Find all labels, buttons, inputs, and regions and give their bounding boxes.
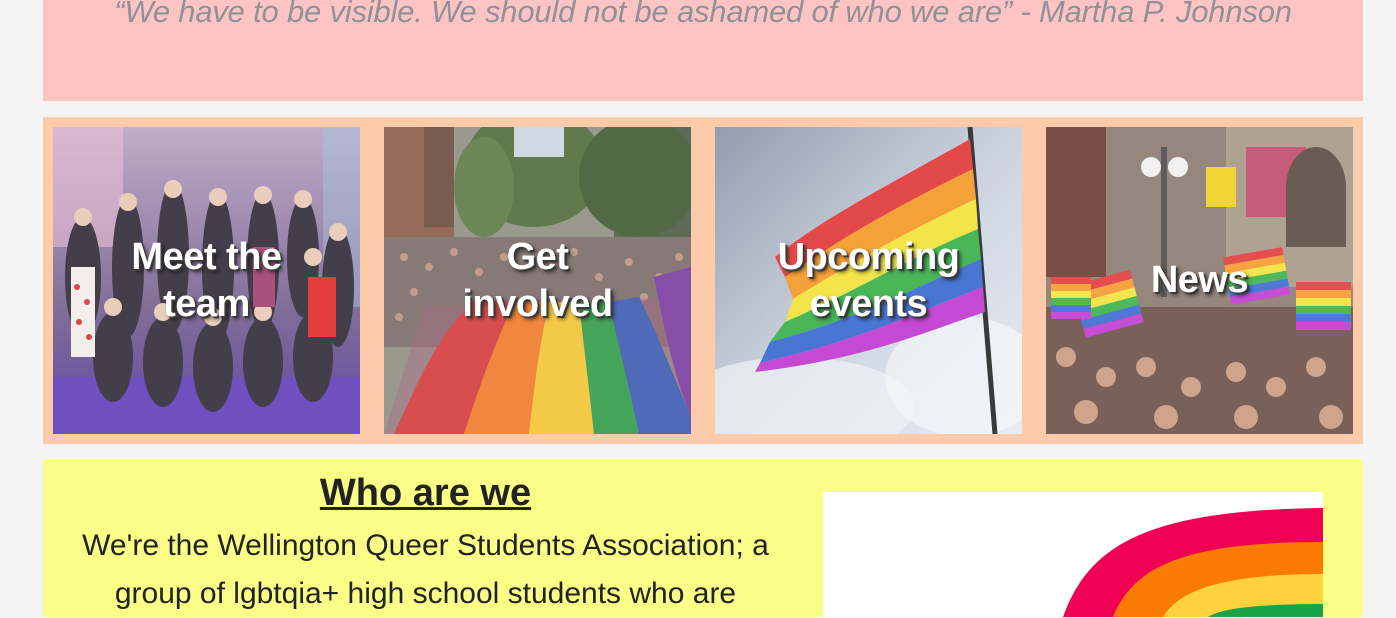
tile-get-involved[interactable]: Get involved [384,127,691,434]
tile-label-line2: events [809,282,928,325]
nav-tiles-section: Meet the team Get involved Upcoming even… [43,117,1363,444]
section-body-text: We're the Wellington Queer Students Asso… [82,529,769,610]
rainbow-icon [1063,508,1323,617]
tile-meet-the-team[interactable]: Meet the team [53,127,360,434]
tile-label-line2: team [163,282,250,325]
rainbow-logo-image [823,492,1323,617]
who-are-we-section: Who are we We're the Wellington Queer St… [43,460,1363,617]
tile-label-line1: Get [506,235,569,278]
tile-label: Get involved [384,127,691,434]
tile-label-line1: News [1150,259,1249,301]
tile-label-line2: involved [462,282,613,325]
tile-label-line1: Upcoming [777,235,960,278]
tile-news[interactable]: News [1046,127,1353,434]
section-title: Who are we [319,472,532,514]
tile-label: Upcoming events [715,127,1022,434]
tile-upcoming-events[interactable]: Upcoming events [715,127,1022,434]
tile-label-line1: Meet the [131,235,282,278]
tile-label: News [1046,127,1353,434]
quote-section: “We have to be visible. We should not be… [43,0,1363,101]
quote-text: “We have to be visible. We should not be… [114,0,1292,29]
tile-label: Meet the team [53,127,360,434]
